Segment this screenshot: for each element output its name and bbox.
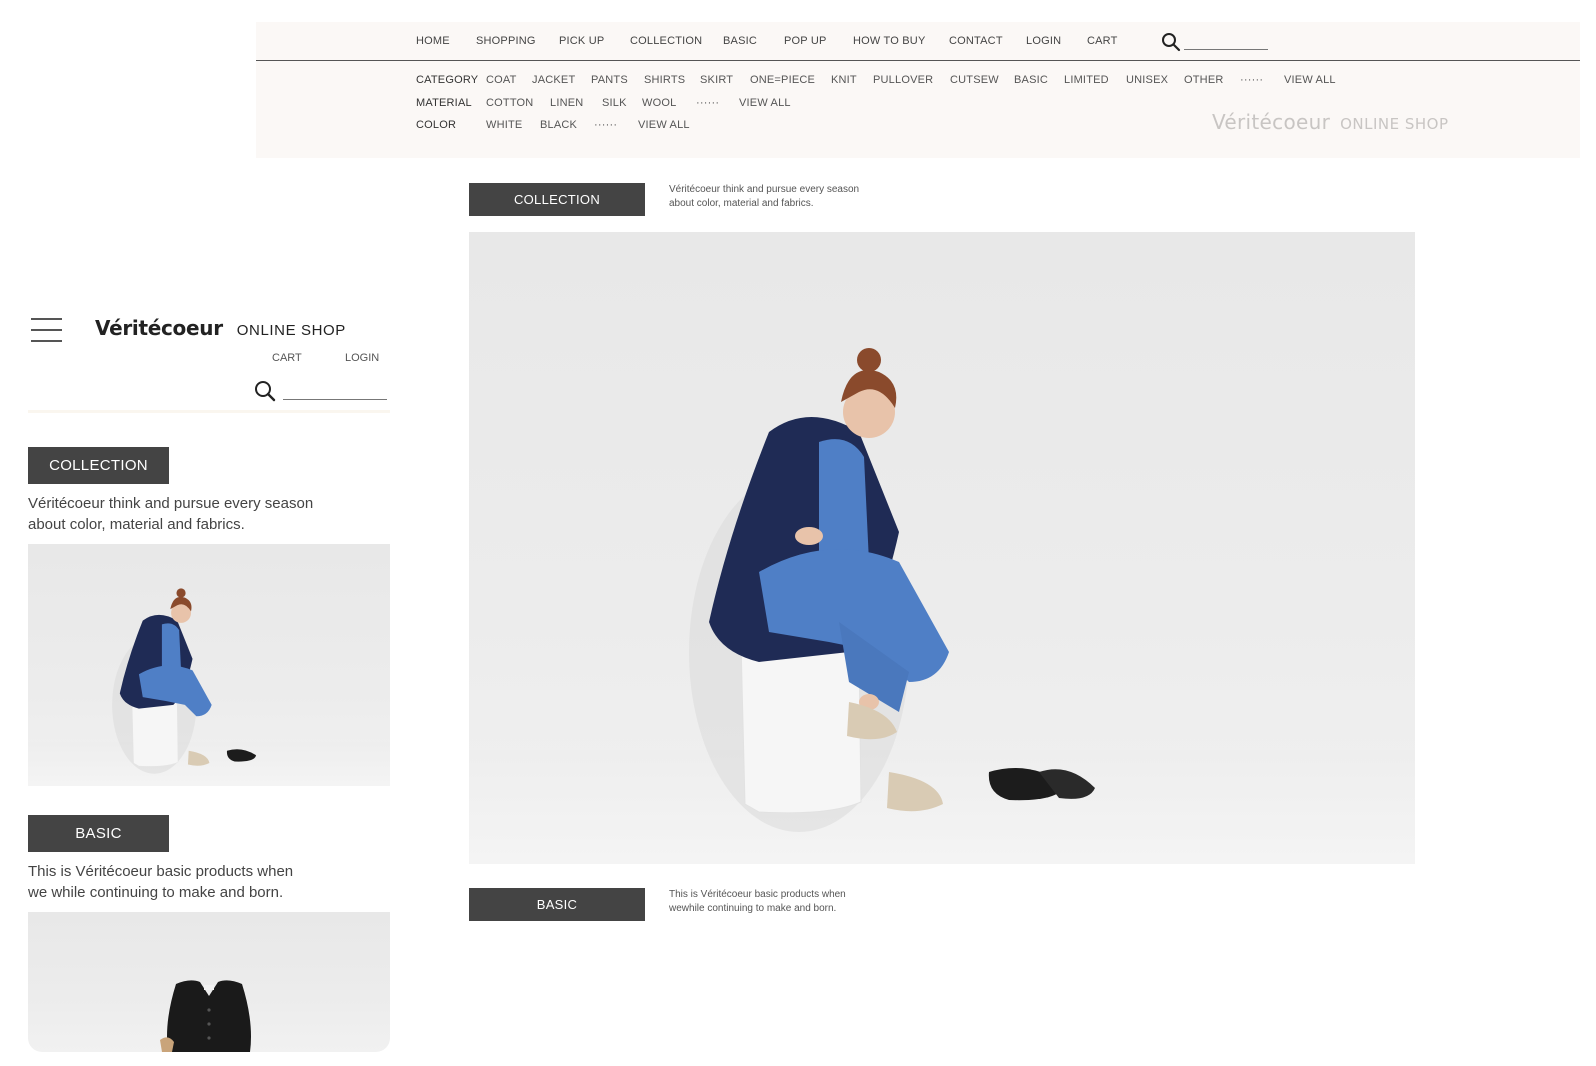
search-icon[interactable]	[254, 380, 276, 402]
desktop-header: HOME SHOPPING PICK UP COLLECTION BASIC P…	[256, 22, 1580, 158]
filter-color-black[interactable]: BLACK	[540, 119, 577, 131]
collection-hero-image[interactable]	[469, 232, 1415, 864]
mobile-collection-desc-line2: about color, material and fabrics.	[28, 516, 245, 533]
filter-category-jacket[interactable]: JACKET	[532, 74, 575, 86]
vest-illustration	[160, 980, 251, 1052]
nav-how-to-buy[interactable]: HOW TO BUY	[853, 35, 926, 47]
nav-shopping[interactable]: SHOPPING	[476, 35, 536, 47]
mobile-basic-button[interactable]: BASIC	[28, 815, 169, 852]
model-illustration	[689, 348, 1095, 832]
search-icon[interactable]	[1161, 32, 1181, 52]
filter-category-other[interactable]: OTHER	[1184, 74, 1224, 86]
mobile-search-input[interactable]	[283, 380, 387, 400]
nav-pick-up[interactable]: PICK UP	[559, 35, 604, 47]
filter-category-pants[interactable]: PANTS	[591, 74, 628, 86]
nav-cart[interactable]: CART	[1087, 35, 1118, 47]
filter-material-more[interactable]: ······	[696, 97, 719, 109]
filter-color-white[interactable]: WHITE	[486, 119, 522, 131]
model-illustration	[112, 588, 257, 774]
brand-name: Véritécoeur	[95, 316, 223, 340]
filter-color-view-all[interactable]: VIEW ALL	[638, 119, 690, 131]
brand-name: Véritécoeur	[1212, 110, 1331, 134]
filter-category-pullover[interactable]: PULLOVER	[873, 74, 933, 86]
filter-label-material: MATERIAL	[416, 97, 472, 109]
basic-desc-line1: This is Véritécoeur basic products when	[669, 889, 846, 900]
filter-label-category: CATEGORY	[416, 74, 479, 86]
filter-material-view-all[interactable]: VIEW ALL	[739, 97, 791, 109]
filter-material-silk[interactable]: SILK	[602, 97, 627, 109]
filter-category-basic[interactable]: BASIC	[1014, 74, 1048, 86]
mobile-cart-link[interactable]: CART	[272, 352, 302, 364]
collection-desc-line1: Véritécoeur think and pursue every seaso…	[669, 184, 860, 195]
desktop-top-nav: HOME SHOPPING PICK UP COLLECTION BASIC P…	[256, 22, 1580, 61]
filter-category-coat[interactable]: COAT	[486, 74, 517, 86]
nav-login[interactable]: LOGIN	[1026, 35, 1061, 47]
desktop-brand-logo[interactable]: Véritécoeur ONLINE SHOP	[1212, 110, 1449, 134]
hamburger-menu-icon[interactable]	[31, 318, 62, 343]
filter-label-color: COLOR	[416, 119, 457, 131]
nav-contact[interactable]: CONTACT	[949, 35, 1003, 47]
collection-description: Véritécoeur think and pursue every seaso…	[669, 183, 899, 211]
basic-button[interactable]: BASIC	[469, 888, 645, 921]
collection-desc-line2: about color, material and fabrics.	[669, 198, 814, 209]
nav-basic[interactable]: BASIC	[723, 35, 757, 47]
mobile-header-divider	[28, 410, 390, 413]
filter-color-more[interactable]: ······	[594, 119, 617, 131]
mobile-collection-image[interactable]	[28, 544, 390, 786]
mobile-basic-description: This is Véritécoeur basic products when …	[28, 861, 368, 903]
mobile-brand-logo[interactable]: Véritécoeur ONLINE SHOP	[95, 316, 346, 340]
search-input[interactable]	[1184, 34, 1268, 50]
collection-button[interactable]: COLLECTION	[469, 183, 645, 216]
basic-description: This is Véritécoeur basic products when …	[669, 888, 899, 916]
mobile-basic-image[interactable]	[28, 912, 390, 1052]
brand-sub: ONLINE SHOP	[1340, 115, 1449, 133]
mobile-collection-desc-line1: Véritécoeur think and pursue every seaso…	[28, 495, 314, 512]
filter-category-skirt[interactable]: SKIRT	[700, 74, 733, 86]
mobile-header: Véritécoeur ONLINE SHOP CART LOGIN	[28, 310, 390, 414]
nav-collection[interactable]: COLLECTION	[630, 35, 702, 47]
mobile-login-link[interactable]: LOGIN	[345, 352, 379, 364]
filter-category-one-piece[interactable]: ONE=PIECE	[750, 74, 815, 86]
basic-desc-line2: wewhile continuing to make and born.	[669, 903, 837, 914]
filter-material-cotton[interactable]: COTTON	[486, 97, 533, 109]
mobile-basic-desc-line2: we while continuing to make and born.	[28, 884, 284, 901]
mobile-basic-desc-line1: This is Véritécoeur basic products when	[28, 863, 294, 880]
nav-home[interactable]: HOME	[416, 35, 450, 47]
filter-category-shirts[interactable]: SHIRTS	[644, 74, 685, 86]
filter-material-linen[interactable]: LINEN	[550, 97, 583, 109]
filter-category-unisex[interactable]: UNISEX	[1126, 74, 1168, 86]
filter-category-cutsew[interactable]: CUTSEW	[950, 74, 999, 86]
filter-category-more[interactable]: ······	[1240, 74, 1263, 86]
filter-category-knit[interactable]: KNIT	[831, 74, 857, 86]
mobile-collection-button[interactable]: COLLECTION	[28, 447, 169, 484]
filter-category-limited[interactable]: LIMITED	[1064, 74, 1109, 86]
mobile-collection-description: Véritécoeur think and pursue every seaso…	[28, 493, 368, 535]
filter-material-wool[interactable]: WOOL	[642, 97, 676, 109]
brand-sub: ONLINE SHOP	[236, 322, 346, 339]
nav-pop-up[interactable]: POP UP	[784, 35, 827, 47]
filter-category-view-all[interactable]: VIEW ALL	[1284, 74, 1336, 86]
